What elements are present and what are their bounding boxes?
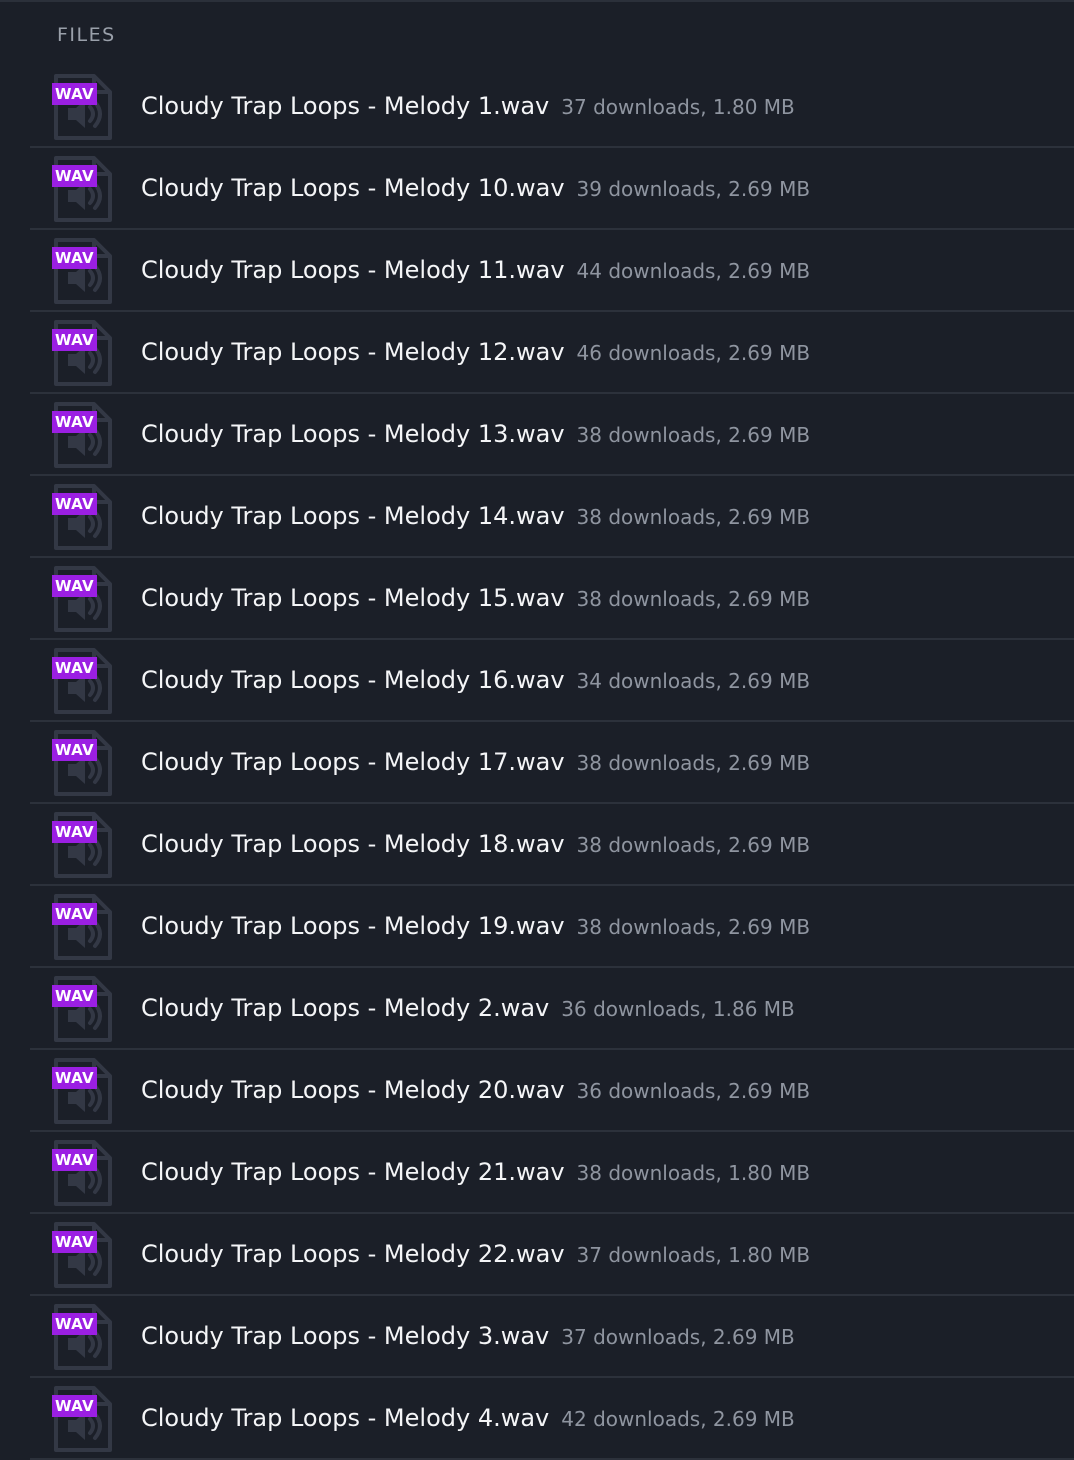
file-meta: 37 downloads, 1.80 MB bbox=[561, 95, 795, 119]
file-text: Cloudy Trap Loops - Melody 14.wav 38 down… bbox=[141, 476, 810, 558]
file-row[interactable]: WAV Cloudy Trap Loops - Melody 12.wav 46 … bbox=[0, 312, 1074, 394]
file-text: Cloudy Trap Loops - Melody 3.wav 37 downl… bbox=[141, 1296, 795, 1378]
file-row[interactable]: WAV Cloudy Trap Loops - Melody 17.wav 38 … bbox=[0, 722, 1074, 804]
file-meta: 38 downloads, 2.69 MB bbox=[576, 505, 811, 529]
file-row[interactable]: WAV Cloudy Trap Loops - Melody 13.wav 38 … bbox=[0, 394, 1074, 476]
file-row[interactable]: WAV Cloudy Trap Loops - Melody 1.wav 37 d… bbox=[0, 66, 1074, 148]
wav-badge: WAV bbox=[52, 575, 97, 597]
file-row[interactable]: WAV Cloudy Trap Loops - Melody 4.wav 42 d… bbox=[0, 1378, 1074, 1460]
file-text: Cloudy Trap Loops - Melody 10.wav 39 down… bbox=[141, 148, 810, 230]
file-name-link[interactable]: Cloudy Trap Loops - Melody 13.wav bbox=[141, 420, 565, 448]
wav-badge: WAV bbox=[52, 1395, 97, 1417]
file-name-link[interactable]: Cloudy Trap Loops - Melody 21.wav bbox=[141, 1158, 565, 1186]
file-name-link[interactable]: Cloudy Trap Loops - Melody 4.wav bbox=[141, 1404, 549, 1432]
wav-badge: WAV bbox=[52, 83, 97, 105]
file-text: Cloudy Trap Loops - Melody 15.wav 38 down… bbox=[141, 558, 810, 640]
file-meta: 39 downloads, 2.69 MB bbox=[576, 177, 811, 201]
wav-badge: WAV bbox=[52, 1067, 97, 1089]
file-meta: 34 downloads, 2.69 MB bbox=[576, 669, 811, 693]
file-meta: 44 downloads, 2.69 MB bbox=[576, 259, 811, 283]
file-text: Cloudy Trap Loops - Melody 12.wav 46 down… bbox=[141, 312, 810, 394]
file-row[interactable]: WAV Cloudy Trap Loops - Melody 16.wav 34 … bbox=[0, 640, 1074, 722]
file-text: Cloudy Trap Loops - Melody 17.wav 38 down… bbox=[141, 722, 810, 804]
file-name-link[interactable]: Cloudy Trap Loops - Melody 2.wav bbox=[141, 994, 549, 1022]
file-text: Cloudy Trap Loops - Melody 13.wav 38 down… bbox=[141, 394, 810, 476]
file-row[interactable]: WAV Cloudy Trap Loops - Melody 19.wav 38 … bbox=[0, 886, 1074, 968]
file-row[interactable]: WAV Cloudy Trap Loops - Melody 20.wav 36 … bbox=[0, 1050, 1074, 1132]
file-row[interactable]: WAV Cloudy Trap Loops - Melody 3.wav 37 d… bbox=[0, 1296, 1074, 1378]
wav-badge: WAV bbox=[52, 247, 97, 269]
wav-badge: WAV bbox=[52, 1231, 97, 1253]
file-name-link[interactable]: Cloudy Trap Loops - Melody 14.wav bbox=[141, 502, 565, 530]
file-meta: 38 downloads, 2.69 MB bbox=[576, 833, 811, 857]
wav-badge: WAV bbox=[52, 739, 97, 761]
file-row[interactable]: WAV Cloudy Trap Loops - Melody 15.wav 38 … bbox=[0, 558, 1074, 640]
file-name-link[interactable]: Cloudy Trap Loops - Melody 1.wav bbox=[141, 92, 549, 120]
file-text: Cloudy Trap Loops - Melody 21.wav 38 down… bbox=[141, 1132, 810, 1214]
file-meta: 38 downloads, 1.80 MB bbox=[576, 1161, 811, 1185]
file-meta: 38 downloads, 2.69 MB bbox=[576, 915, 811, 939]
file-name-link[interactable]: Cloudy Trap Loops - Melody 16.wav bbox=[141, 666, 565, 694]
file-meta: 38 downloads, 2.69 MB bbox=[576, 751, 811, 775]
top-divider bbox=[0, 0, 1074, 2]
file-meta: 36 downloads, 2.69 MB bbox=[576, 1079, 811, 1103]
file-meta: 36 downloads, 1.86 MB bbox=[561, 997, 795, 1021]
file-row[interactable]: WAV Cloudy Trap Loops - Melody 21.wav 38 … bbox=[0, 1132, 1074, 1214]
file-name-link[interactable]: Cloudy Trap Loops - Melody 11.wav bbox=[141, 256, 565, 284]
wav-badge: WAV bbox=[52, 985, 97, 1007]
wav-badge: WAV bbox=[52, 329, 97, 351]
file-meta: 37 downloads, 1.80 MB bbox=[576, 1243, 811, 1267]
file-name-link[interactable]: Cloudy Trap Loops - Melody 10.wav bbox=[141, 174, 565, 202]
file-name-link[interactable]: Cloudy Trap Loops - Melody 12.wav bbox=[141, 338, 565, 366]
file-meta: 46 downloads, 2.69 MB bbox=[576, 341, 811, 365]
file-text: Cloudy Trap Loops - Melody 2.wav 36 downl… bbox=[141, 968, 795, 1050]
file-name-link[interactable]: Cloudy Trap Loops - Melody 15.wav bbox=[141, 584, 565, 612]
wav-badge: WAV bbox=[52, 657, 97, 679]
file-text: Cloudy Trap Loops - Melody 4.wav 42 downl… bbox=[141, 1378, 795, 1460]
file-text: Cloudy Trap Loops - Melody 22.wav 37 down… bbox=[141, 1214, 810, 1296]
file-text: Cloudy Trap Loops - Melody 20.wav 36 down… bbox=[141, 1050, 810, 1132]
file-row[interactable]: WAV Cloudy Trap Loops - Melody 11.wav 44 … bbox=[0, 230, 1074, 312]
file-text: Cloudy Trap Loops - Melody 16.wav 34 down… bbox=[141, 640, 810, 722]
file-name-link[interactable]: Cloudy Trap Loops - Melody 20.wav bbox=[141, 1076, 565, 1104]
wav-badge: WAV bbox=[52, 411, 97, 433]
file-name-link[interactable]: Cloudy Trap Loops - Melody 22.wav bbox=[141, 1240, 565, 1268]
file-text: Cloudy Trap Loops - Melody 1.wav 37 downl… bbox=[141, 66, 795, 148]
file-meta: 42 downloads, 2.69 MB bbox=[561, 1407, 795, 1431]
file-list: WAV Cloudy Trap Loops - Melody 1.wav 37 d… bbox=[0, 66, 1074, 1460]
file-name-link[interactable]: Cloudy Trap Loops - Melody 18.wav bbox=[141, 830, 565, 858]
file-row[interactable]: WAV Cloudy Trap Loops - Melody 10.wav 39 … bbox=[0, 148, 1074, 230]
file-text: Cloudy Trap Loops - Melody 19.wav 38 down… bbox=[141, 886, 810, 968]
wav-badge: WAV bbox=[52, 821, 97, 843]
file-row[interactable]: WAV Cloudy Trap Loops - Melody 22.wav 37 … bbox=[0, 1214, 1074, 1296]
file-row[interactable]: WAV Cloudy Trap Loops - Melody 18.wav 38 … bbox=[0, 804, 1074, 886]
file-name-link[interactable]: Cloudy Trap Loops - Melody 17.wav bbox=[141, 748, 565, 776]
file-meta: 38 downloads, 2.69 MB bbox=[576, 587, 811, 611]
wav-badge: WAV bbox=[52, 1149, 97, 1171]
file-name-link[interactable]: Cloudy Trap Loops - Melody 3.wav bbox=[141, 1322, 549, 1350]
file-meta: 37 downloads, 2.69 MB bbox=[561, 1325, 795, 1349]
section-title: FILES bbox=[57, 24, 116, 46]
file-text: Cloudy Trap Loops - Melody 18.wav 38 down… bbox=[141, 804, 810, 886]
wav-badge: WAV bbox=[52, 903, 97, 925]
wav-badge: WAV bbox=[52, 493, 97, 515]
file-row[interactable]: WAV Cloudy Trap Loops - Melody 14.wav 38 … bbox=[0, 476, 1074, 558]
wav-badge: WAV bbox=[52, 1313, 97, 1335]
file-text: Cloudy Trap Loops - Melody 11.wav 44 down… bbox=[141, 230, 810, 312]
file-row[interactable]: WAV Cloudy Trap Loops - Melody 2.wav 36 d… bbox=[0, 968, 1074, 1050]
file-name-link[interactable]: Cloudy Trap Loops - Melody 19.wav bbox=[141, 912, 565, 940]
file-meta: 38 downloads, 2.69 MB bbox=[576, 423, 811, 447]
wav-badge: WAV bbox=[52, 165, 97, 187]
